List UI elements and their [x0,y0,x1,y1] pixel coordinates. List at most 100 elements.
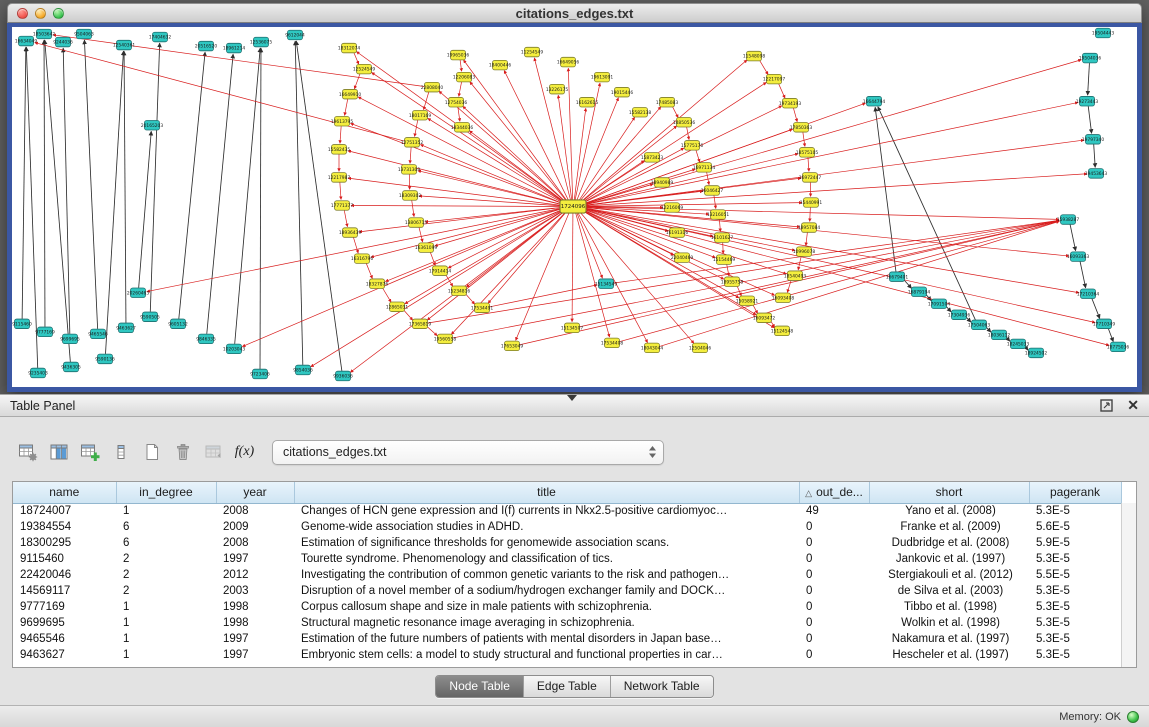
graph-node[interactable]: 18957084 [798,223,821,233]
table-cell[interactable]: Wolkin et al. (1998) [869,615,1029,631]
graph-edge[interactable] [460,60,462,71]
table-cell[interactable]: 0 [799,631,869,647]
graph-node[interactable]: 15582435 [328,145,351,155]
graph-node[interactable]: 9699695 [60,334,80,344]
table-cell[interactable]: 5.9E-5 [1029,535,1121,551]
table-row[interactable]: 2242004622012Investigating the contribut… [13,567,1121,583]
graph-node[interactable]: 18503642 [33,29,56,39]
graph-edge[interactable] [574,108,586,201]
close-panel-icon[interactable]: ✕ [1127,399,1139,412]
graph-edge[interactable] [295,41,303,365]
graph-node[interactable]: 18540493 [784,271,807,281]
tab-node-table[interactable]: Node Table [436,676,524,697]
table-cell[interactable]: 6 [116,519,216,535]
graph-node[interactable]: 16162615 [576,97,599,107]
graph-node[interactable]: 18036112 [988,330,1011,340]
graph-edge[interactable] [808,157,809,171]
graph-edge[interactable] [581,154,798,206]
table-cell[interactable]: 5.3E-5 [1029,599,1121,615]
column-header-name[interactable]: name [13,482,116,503]
graph-node[interactable]: 9605132 [168,319,188,329]
table-cell[interactable]: Jankovic et al. (1997) [869,551,1029,567]
graph-node[interactable]: 18955758 [721,277,744,287]
graph-node[interactable]: 9612044 [285,30,305,40]
graph-edge[interactable] [803,132,805,146]
graph-node[interactable]: 20260463 [127,288,150,298]
float-panel-icon[interactable] [1100,399,1113,412]
table-cell[interactable]: Nakamura et al. (1997) [869,631,1029,647]
graph-node[interactable]: 13731309 [398,165,421,175]
table-cell[interactable]: 0 [799,647,869,663]
tab-edge-table[interactable]: Edge Table [524,676,611,697]
table-cell[interactable]: Genome-wide association studies in ADHD. [294,519,799,535]
table-cell[interactable]: 2009 [216,519,294,535]
graph-edge[interactable] [534,58,571,202]
graph-edge[interactable] [806,232,808,245]
table-cell[interactable]: 1997 [216,647,294,663]
graph-node[interactable]: 18344036 [451,123,474,133]
table-cell[interactable]: 5.3E-5 [1029,503,1121,519]
graph-edge[interactable] [150,43,159,312]
graph-edge[interactable] [345,99,348,115]
graph-node[interactable]: 16649056 [557,57,580,67]
graph-node[interactable]: 9846335 [196,334,216,344]
table-cell[interactable]: 9463627 [13,647,116,663]
column-header-out-de-[interactable]: △out_de... [799,482,869,503]
graph-node[interactable]: 15775176 [681,141,704,151]
graph-node[interactable]: 16634049 [15,36,38,46]
graph-node[interactable]: 17771377 [331,201,354,211]
graph-node[interactable]: 19504036 [1079,53,1102,63]
graph-edge[interactable] [580,148,684,204]
table-cell[interactable]: 2003 [216,583,294,599]
table-cell[interactable]: 1997 [216,631,294,647]
graph-edge[interactable] [147,207,565,291]
network-view-canvas[interactable]: 1724096183120741252454916649910196137951… [7,23,1142,392]
graph-node[interactable]: 16361099 [415,243,438,253]
graph-edge[interactable] [451,210,567,334]
graph-node[interactable]: 22808040 [421,82,444,92]
graph-node[interactable]: 9244036 [53,37,73,47]
graph-node[interactable]: 12216069 [661,203,684,213]
splitter-collapse-arrow[interactable] [567,395,577,401]
show-columns-button[interactable] [43,438,74,466]
graph-node[interactable]: 12206083 [453,72,476,82]
graph-node[interactable]: 17485083 [656,97,679,107]
graph-edge[interactable] [787,280,791,292]
graph-edge[interactable] [581,208,787,274]
graph-edge[interactable] [124,51,126,323]
table-row[interactable]: 1830029562008Estimation of significance … [13,535,1121,551]
graph-node[interactable]: 18017169 [409,110,432,120]
graph-edge[interactable] [105,51,123,354]
graph-edge[interactable] [707,172,709,185]
graph-node[interactable]: 17710349 [1093,319,1116,329]
graph-node[interactable]: 17210364 [1077,289,1100,299]
graph-node[interactable]: 12536075 [250,37,273,47]
table-cell[interactable]: 5.3E-5 [1029,647,1121,663]
graph-edge[interactable] [463,106,567,203]
table-cell[interactable]: 5.5E-5 [1029,567,1121,583]
graph-hub-node[interactable]: 1724096 [560,200,586,213]
table-cell[interactable]: Hescheler et al. (1997) [869,647,1029,663]
table-cell[interactable]: 18724007 [13,503,116,519]
table-cell[interactable]: 1998 [216,615,294,631]
graph-node[interactable]: 16093472 [753,313,776,323]
graph-edge[interactable] [580,221,1059,327]
graph-edge[interactable] [403,310,412,320]
graph-node[interactable]: 12751352 [401,138,424,148]
graph-edge[interactable] [260,48,261,369]
graph-node[interactable]: 15134507 [561,323,584,333]
graph-node[interactable]: 12217987 [328,173,351,183]
window-titlebar[interactable]: citations_edges.txt [7,3,1142,23]
graph-node[interactable]: 12540361 [113,40,136,50]
graph-edge[interactable] [459,82,462,97]
minimize-window-button[interactable] [35,8,46,19]
column-header-title[interactable]: title [294,482,799,503]
graph-node[interactable]: 9590505 [140,312,160,322]
graph-edge[interactable] [578,117,635,202]
table-cell[interactable]: 1998 [216,599,294,615]
table-cell[interactable]: 9699695 [13,615,116,631]
table-cell[interactable]: 5.3E-5 [1029,583,1121,599]
table-cell[interactable]: 2008 [216,535,294,551]
graph-node[interactable]: 15582138 [629,107,652,117]
graph-edge[interactable] [581,207,1079,292]
